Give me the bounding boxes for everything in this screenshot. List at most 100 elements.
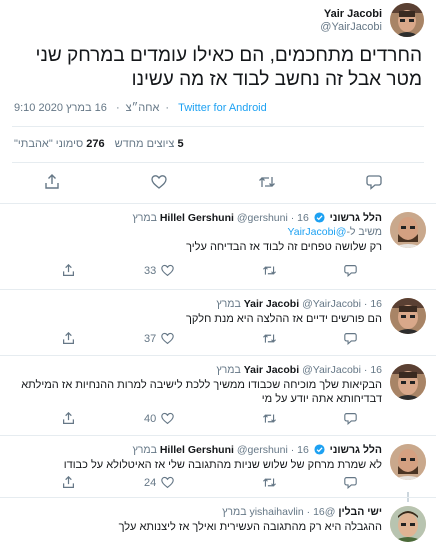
reply-author-name[interactable]: הלל גרשוני [330,444,382,456]
heart-icon [151,175,167,189]
retweet-icon [263,414,276,423]
tweet-date[interactable]: 16 במרץ 2020 [38,102,106,114]
reply-avatar[interactable] [390,212,426,248]
share-button[interactable] [62,412,75,425]
reply-avatar[interactable] [390,364,426,400]
author-avatar[interactable] [390,3,424,37]
reply-avatar[interactable] [390,298,426,334]
reply-header: Yair Jacobi @YairJacobi · 16 במרץ [216,298,382,310]
retweet-button[interactable] [262,264,277,277]
main-tweet: Yair Jacobi @YairJacobi החרדים מתחכמים, … [0,0,436,203]
retweet-button[interactable] [262,332,277,345]
retweet-icon [263,478,276,487]
heart-icon [161,332,175,345]
share-icon [63,412,74,424]
tweet-stats: 5 ציוצים מחדש 276 סימוני "אהבתי" [14,138,184,150]
share-icon [45,174,59,189]
reply-actions: 24 [0,476,436,494]
reply-button[interactable] [366,174,382,190]
reply-header: הלל גרשוני Hillel Gershuni @gershuni · 1… [132,212,382,226]
reply-button[interactable] [344,332,357,345]
retweet-button[interactable] [262,412,277,425]
reply-icon [344,477,357,489]
author-name[interactable]: Yair Jacobi [320,7,382,21]
retweet-icon [263,266,276,275]
reply-author-name[interactable]: הלל גרשוני [330,212,382,224]
tweet-author[interactable]: Yair Jacobi @YairJacobi [320,2,424,38]
reply-author-handle[interactable]: @gershuni [237,212,288,224]
reply-item[interactable]: Yair Jacobi @YairJacobi · 16 במרץ הם פור… [0,289,436,355]
reply-header: ישי הבלין @yishaihavlin · 16 במרץ [222,506,382,518]
like-button[interactable] [151,174,167,190]
share-button[interactable] [62,264,75,277]
divider [12,162,424,163]
reply-author-name[interactable]: ישי הבלין [338,506,382,518]
like-button[interactable]: 40 [144,412,175,425]
share-button[interactable] [62,476,75,489]
reply-to-line: משיב ל-@YairJacobi [288,226,382,238]
retweet-button[interactable] [258,174,276,190]
tweet-source[interactable]: Twitter for Android [178,102,267,114]
share-icon [63,476,74,488]
heart-icon [161,476,175,489]
heart-icon [161,412,175,425]
meta-separator: · [115,102,120,114]
likes-stat[interactable]: 276 סימוני "אהבתי" [14,138,105,150]
like-button[interactable]: 37 [144,332,175,345]
reply-author-name[interactable]: Yair Jacobi [244,298,299,310]
like-count: 40 [144,412,157,425]
reply-button[interactable] [344,476,357,489]
reply-actions: 37 [0,332,436,350]
retweets-count: 5 [177,138,184,150]
reply-icon [366,175,382,190]
like-count: 24 [144,476,157,489]
like-button[interactable]: 24 [144,476,175,489]
heart-icon [161,264,175,277]
retweet-icon [259,177,275,187]
reply-author-latin-name[interactable]: Hillel Gershuni [160,212,234,224]
reply-text: לא שמרת מרחק של שלוש שניות מהתגובה שלי א… [63,459,382,471]
reply-author-handle[interactable]: @YairJacobi [302,364,361,376]
reply-actions: 33 [0,264,436,282]
reply-author-latin-name[interactable]: Hillel Gershuni [160,444,234,456]
reply-button[interactable] [344,264,357,277]
share-button[interactable] [44,174,60,190]
reply-header: הלל גרשוני Hillel Gershuni @gershuni · 1… [132,444,382,458]
reply-text: הבקיאות שלך מוכיחה שכבודו ממשיך ללכת ליש… [21,379,382,405]
like-button[interactable]: 33 [144,264,175,277]
tweet-text: החרדים מתחכמים, הם כאילו עומדים במרחק שנ… [35,45,422,90]
reply-actions: 40 [0,412,436,430]
retweets-label: ציוצים מחדש [114,138,175,150]
share-icon [63,332,74,344]
verified-badge-icon [314,212,325,226]
reply-author-handle[interactable]: @YairJacobi [302,298,361,310]
reply-icon [344,265,357,277]
reply-item[interactable]: הלל גרשוני Hillel Gershuni @gershuni · 1… [0,203,436,289]
reply-author-name[interactable]: Yair Jacobi [244,364,299,376]
reply-text: ההגבלה היא רק מהתגובה העשירית ואילך אז ל… [118,521,382,533]
reply-item[interactable]: ישי הבלין @yishaihavlin · 16 במרץ ההגבלה… [0,497,436,552]
meta-separator: · [165,102,170,114]
retweet-button[interactable] [262,476,277,489]
retweets-stat[interactable]: 5 ציוצים מחדש [115,138,184,150]
verified-badge-icon [314,444,325,458]
share-icon [63,264,74,276]
author-handle[interactable]: @YairJacobi [320,21,382,34]
tweet-actions [0,170,436,198]
like-count: 33 [144,264,157,277]
reply-icon [344,333,357,345]
likes-count: 276 [86,138,105,150]
share-button[interactable] [62,332,75,345]
like-count: 37 [144,332,157,345]
reply-author-handle[interactable]: @gershuni [237,444,288,456]
reply-to-label: משיב ל- [346,226,382,238]
reply-to-handle[interactable]: @YairJacobi [288,226,347,238]
reply-text: הם פורשים ידיים אז ההלצה היא מנת חלקך [185,313,382,325]
reply-item[interactable]: הלל גרשוני Hillel Gershuni @gershuni · 1… [0,435,436,497]
reply-icon [344,413,357,425]
retweet-icon [263,334,276,343]
reply-avatar[interactable] [390,506,426,542]
reply-item[interactable]: Yair Jacobi @YairJacobi · 16 במרץ הבקיאו… [0,355,436,435]
reply-button[interactable] [344,412,357,425]
reply-avatar[interactable] [390,444,426,480]
